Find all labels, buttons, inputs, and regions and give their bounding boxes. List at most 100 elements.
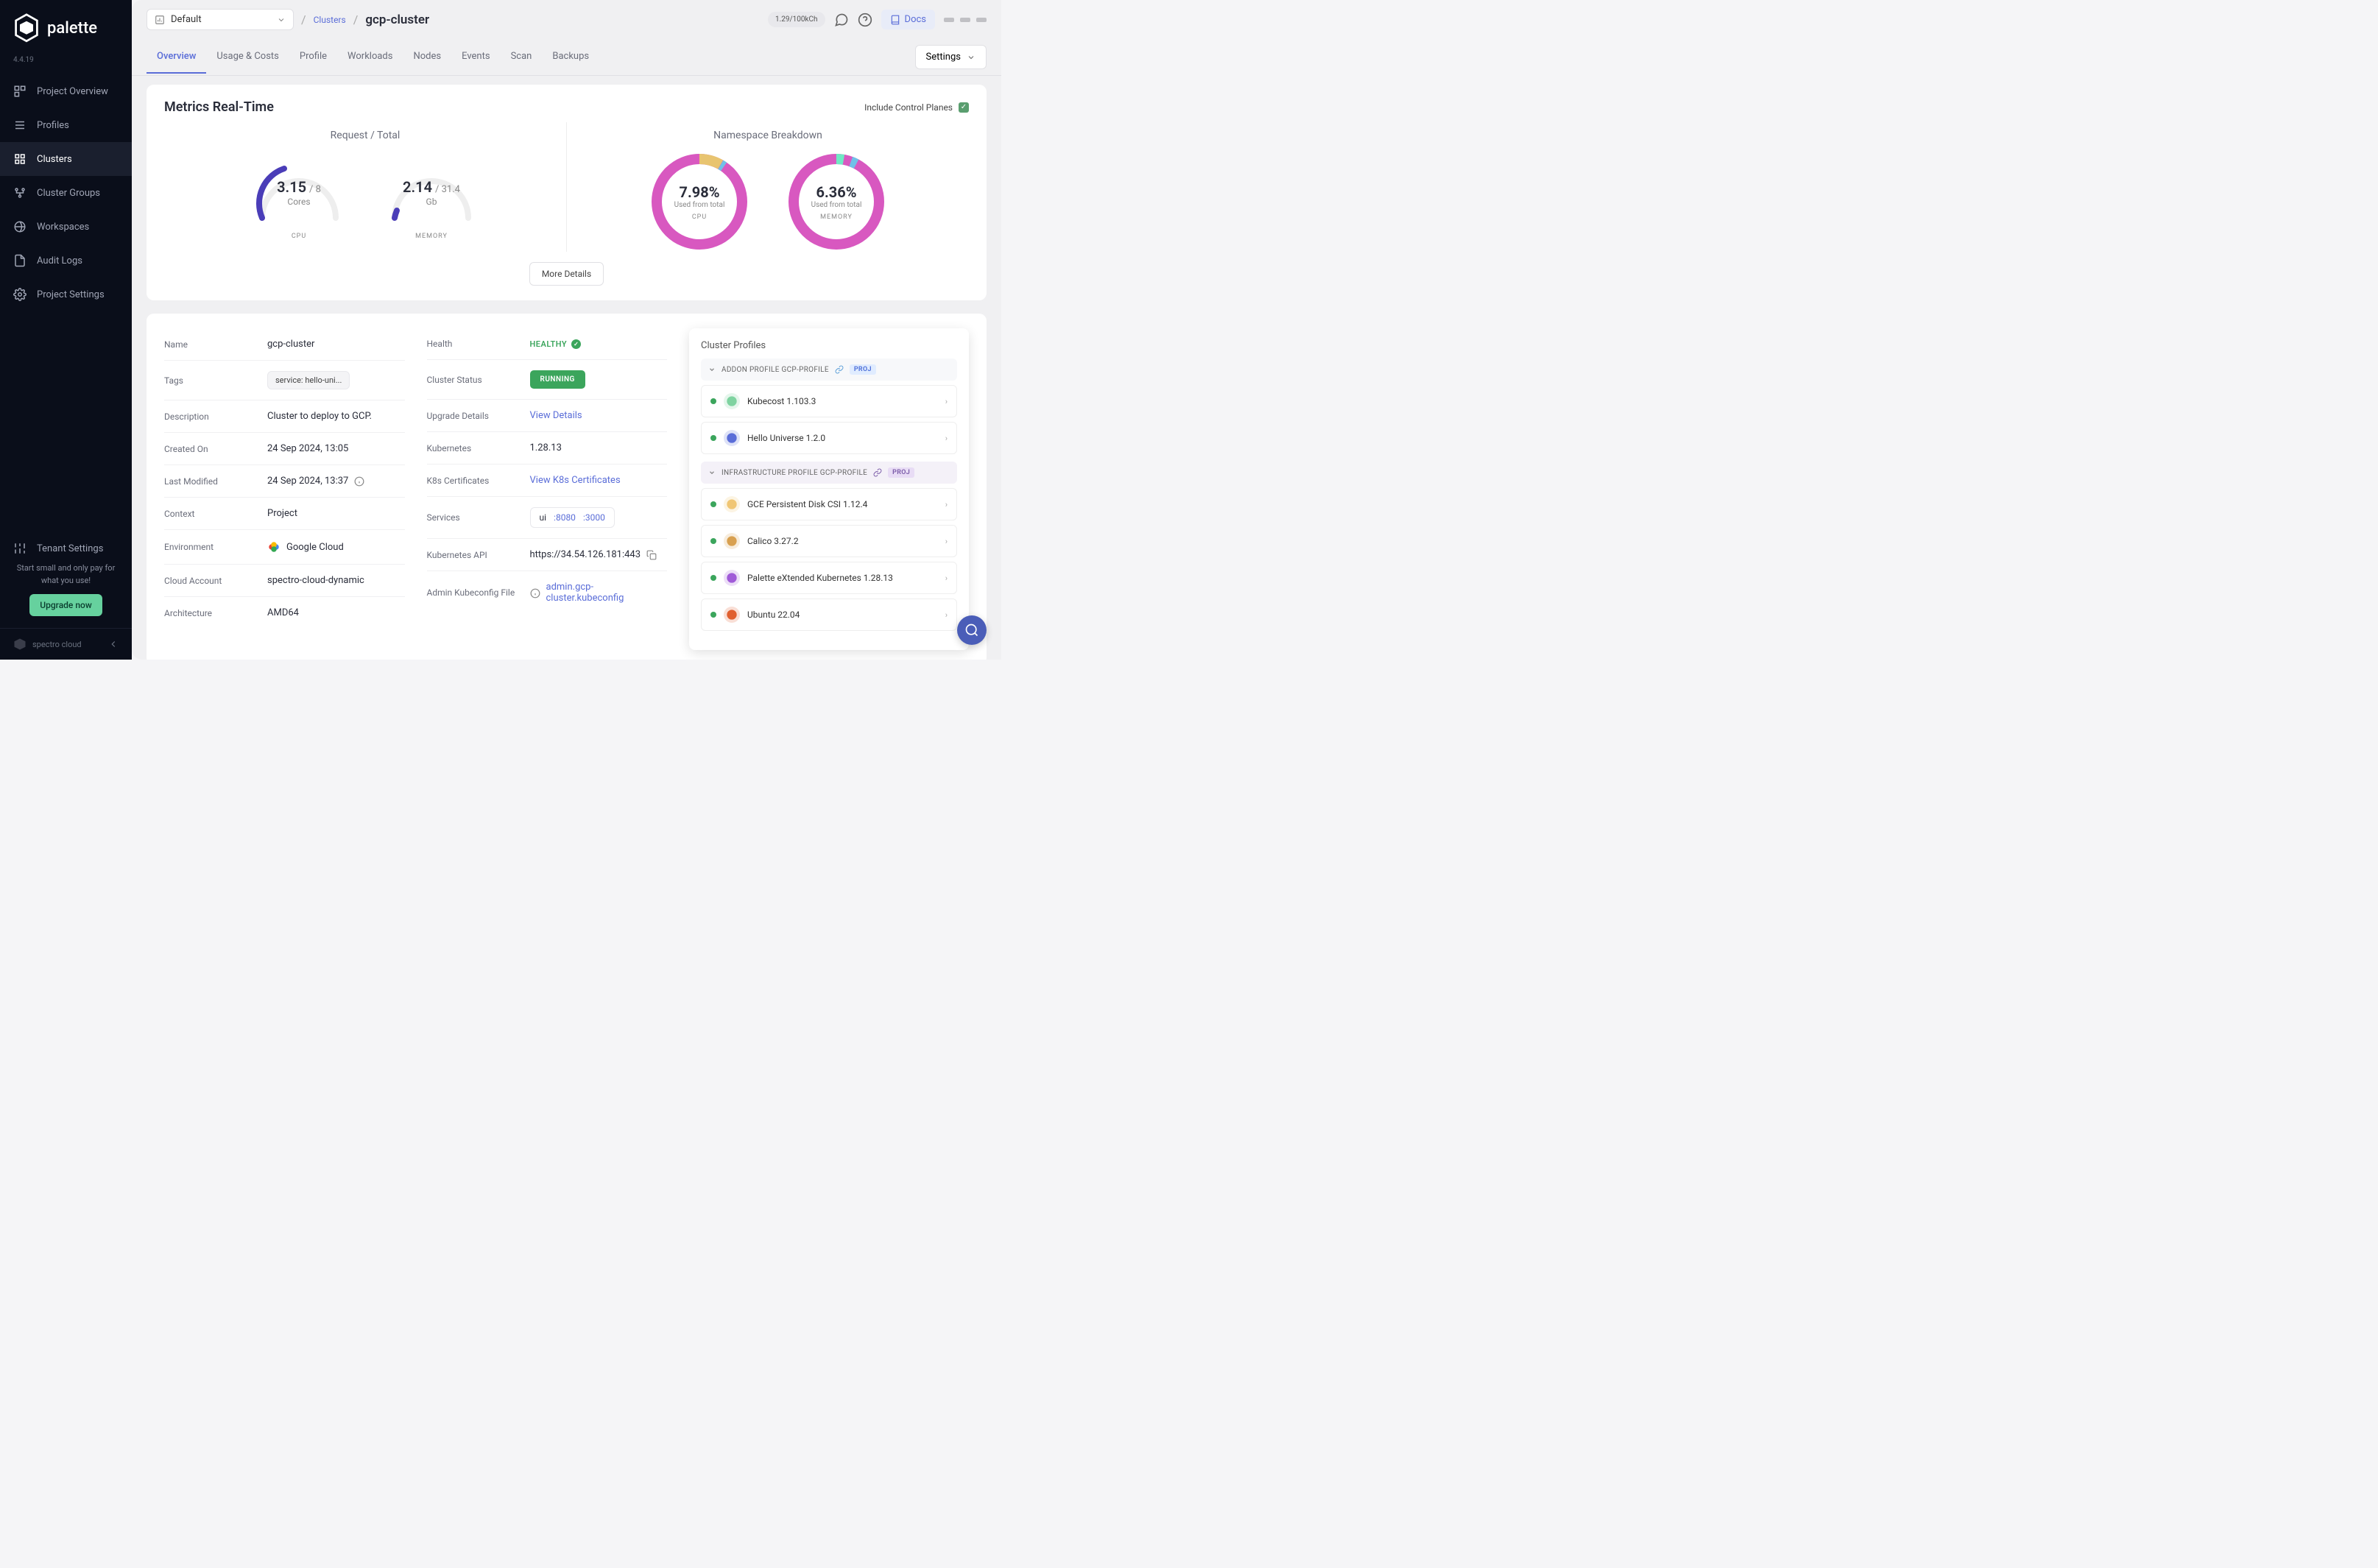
profile-name: GCE Persistent Disk CSI 1.12.4	[747, 499, 867, 509]
modified-label: Last Modified	[164, 476, 267, 487]
info-icon[interactable]	[530, 587, 540, 598]
profile-item[interactable]: GCE Persistent Disk CSI 1.12.4 ›	[701, 488, 957, 520]
sidebar-item-tenant-settings[interactable]: Tenant Settings	[12, 534, 120, 562]
infra-profile-header[interactable]: INFRASTRUCTURE PROFILE GCP-PROFILE PROJ	[701, 462, 957, 484]
tab-nodes[interactable]: Nodes	[403, 40, 451, 74]
project-selector[interactable]: Default	[147, 9, 294, 30]
tag-chip[interactable]: service: hello-uni...	[267, 371, 350, 389]
svc-name: ui	[540, 512, 547, 523]
sidebar-item-profiles[interactable]: Profiles	[0, 108, 132, 142]
sidebar-item-audit-logs[interactable]: Audit Logs	[0, 244, 132, 278]
namespace-title: Namespace Breakdown	[713, 130, 822, 141]
context-label: Context	[164, 509, 267, 519]
port-3000-link[interactable]: :3000	[583, 512, 605, 523]
overview-icon	[13, 85, 27, 98]
window-dot	[944, 18, 954, 22]
tab-backups[interactable]: Backups	[542, 40, 599, 74]
tab-profile[interactable]: Profile	[289, 40, 337, 74]
tab-events[interactable]: Events	[451, 40, 500, 74]
proj-badge: PROJ	[850, 364, 876, 375]
profile-item[interactable]: Palette eXtended Kubernetes 1.28.13›	[701, 562, 957, 594]
chevron-left-icon[interactable]	[108, 639, 119, 649]
created-value: 24 Sep 2024, 13:05	[267, 443, 405, 454]
chat-icon[interactable]	[834, 13, 849, 27]
name-label: Name	[164, 339, 267, 350]
sidebar-item-workspaces[interactable]: Workspaces	[0, 210, 132, 244]
chevron-right-icon: ›	[945, 434, 948, 443]
services-label: Services	[427, 512, 530, 523]
status-dot-icon	[710, 501, 716, 507]
main-nav: Project Overview Profiles Clusters Clust…	[0, 74, 132, 523]
sidebar-item-clusters[interactable]: Clusters	[0, 142, 132, 176]
nav-label: Profiles	[37, 120, 69, 131]
profile-name: Calico 3.27.2	[747, 536, 799, 546]
sliders-icon	[13, 542, 27, 555]
brand-text: spectro cloud	[32, 640, 82, 649]
chevron-down-icon	[708, 469, 716, 476]
upgrade-button[interactable]: Upgrade now	[29, 594, 102, 616]
chevron-down-icon	[708, 366, 716, 373]
nav-label: Clusters	[37, 154, 72, 165]
profile-name: Hello Universe 1.2.0	[747, 433, 825, 443]
copy-icon[interactable]	[646, 550, 657, 560]
infra-hdr-text: INFRASTRUCTURE PROFILE GCP-PROFILE	[721, 469, 867, 477]
tab-overview[interactable]: Overview	[147, 40, 206, 74]
settings-button[interactable]: Settings	[915, 45, 987, 69]
brand-footer: spectro cloud	[0, 628, 132, 660]
docs-button[interactable]: Docs	[881, 10, 935, 29]
info-icon[interactable]	[354, 476, 364, 487]
profile-item[interactable]: Kubecost 1.103.3›	[701, 385, 957, 417]
env-label: Environment	[164, 542, 267, 552]
request-total-title: Request / Total	[331, 130, 401, 141]
tab-usage-costs[interactable]: Usage & Costs	[206, 40, 289, 74]
chevron-right-icon: ›	[945, 500, 948, 509]
profile-item[interactable]: Ubuntu 22.04 ›	[701, 598, 957, 631]
breadcrumb-clusters-link[interactable]: Clusters	[314, 15, 346, 25]
include-control-planes-toggle[interactable]: Include Control Planes ✓	[864, 102, 969, 113]
more-details-button[interactable]: More Details	[529, 262, 604, 286]
view-certs-link[interactable]: View K8s Certificates	[530, 475, 621, 486]
window-controls	[944, 18, 987, 22]
sidebar-item-project-overview[interactable]: Project Overview	[0, 74, 132, 108]
svg-text:3.15 / 8: 3.15 / 8	[277, 178, 321, 196]
status-dot-icon	[710, 612, 716, 618]
status-dot-icon	[710, 538, 716, 544]
k8s-label: Kubernetes	[427, 443, 530, 453]
arch-label: Architecture	[164, 608, 267, 618]
window-dot	[960, 18, 970, 22]
window-dot	[976, 18, 987, 22]
tab-scan[interactable]: Scan	[501, 40, 543, 74]
sidebar: palette 4.4.19 Project Overview Profiles…	[0, 0, 132, 660]
addon-profile-header[interactable]: ADDON PROFILE GCP-PROFILE PROJ	[701, 359, 957, 381]
view-details-link[interactable]: View Details	[530, 410, 582, 421]
profile-name: Kubecost 1.103.3	[747, 396, 816, 406]
logo[interactable]: palette	[0, 0, 132, 56]
profile-item[interactable]: Calico 3.27.2›	[701, 525, 957, 557]
metrics-card: Metrics Real-Time Include Control Planes…	[147, 85, 987, 300]
profile-name: Ubuntu 22.04	[747, 610, 800, 620]
logo-text: palette	[47, 19, 97, 38]
port-8080-link[interactable]: :8080	[554, 512, 576, 523]
status-badge: RUNNING	[530, 370, 585, 389]
svg-text:Cores: Cores	[287, 197, 310, 207]
arch-value: AMD64	[267, 607, 405, 618]
checkbox-checked-icon: ✓	[959, 102, 969, 113]
chevron-right-icon: ›	[945, 610, 948, 620]
brand-icon	[13, 638, 27, 651]
sidebar-item-project-settings[interactable]: Project Settings	[0, 278, 132, 311]
account-value: spectro-cloud-dynamic	[267, 575, 405, 586]
pack-icon	[724, 533, 740, 549]
profile-item[interactable]: Hello Universe 1.2.0 ›	[701, 422, 957, 454]
addon-hdr-text: ADDON PROFILE GCP-PROFILE	[721, 366, 829, 374]
help-icon[interactable]	[858, 13, 872, 27]
breadcrumb-current: gcp-cluster	[365, 13, 429, 27]
env-value: Google Cloud	[286, 542, 344, 553]
search-fab[interactable]	[957, 615, 987, 645]
tab-workloads[interactable]: Workloads	[337, 40, 403, 74]
kubeconfig-link[interactable]: admin.gcp-cluster.kubeconfig	[546, 582, 668, 604]
service-box: ui :8080 :3000	[530, 507, 615, 528]
details-right-column: HealthHEALTHY✓ Cluster StatusRUNNING Upg…	[427, 328, 668, 650]
mem-sub: Used from total	[811, 201, 862, 209]
desc-value: Cluster to deploy to GCP.	[267, 411, 405, 422]
sidebar-item-cluster-groups[interactable]: Cluster Groups	[0, 176, 132, 210]
